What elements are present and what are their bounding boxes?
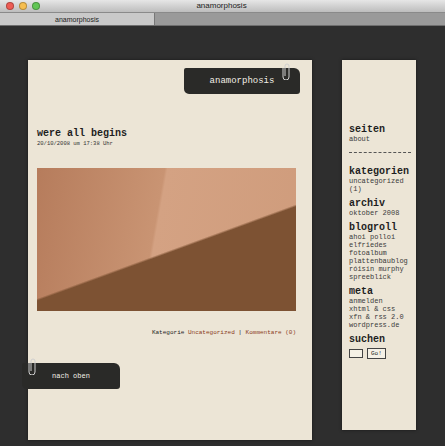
sidebar-section: seitenabout xyxy=(349,124,411,161)
comments-link[interactable]: Kommentare (0) xyxy=(246,329,296,336)
window-title: anamorphosis xyxy=(40,1,403,11)
divider xyxy=(349,152,411,153)
section-heading: suchen xyxy=(349,334,411,345)
sidebar-link[interactable]: about xyxy=(349,135,411,143)
post-photo xyxy=(37,168,296,311)
category-link[interactable]: Uncategorized xyxy=(188,329,235,336)
sidebar: seitenabout kategorienuncategorized (1) ar… xyxy=(342,60,416,430)
browser-window: anamorphosis anamorphosis anamorphosis were… xyxy=(0,0,445,446)
minimize-button[interactable] xyxy=(19,2,27,10)
paperclip-icon xyxy=(28,357,38,375)
post-date: 20/10/2008 um 17:38 Uhr xyxy=(37,140,296,148)
sidebar-section: metaanmeldenxhtml & cssxfn & rss 2.0word… xyxy=(349,286,411,329)
sidebar-link[interactable]: plattenbaublog xyxy=(349,257,411,265)
sidebar-link[interactable]: oktober 2008 xyxy=(349,209,411,217)
paperclip-icon xyxy=(282,62,292,80)
window-controls xyxy=(0,2,40,10)
section-heading: meta xyxy=(349,286,411,297)
zoom-button[interactable] xyxy=(32,2,40,10)
sidebar-link[interactable]: róisín murphy xyxy=(349,265,411,273)
sidebar-link[interactable]: xfn & rss 2.0 xyxy=(349,313,411,321)
search-section: suchen Go! xyxy=(349,334,411,359)
sidebar-link[interactable]: ahoi polloi xyxy=(349,233,411,241)
section-heading: archiv xyxy=(349,198,411,209)
section-heading: seiten xyxy=(349,124,411,135)
sidebar-link[interactable]: wordpress.de xyxy=(349,321,411,329)
post-title[interactable]: were all begins xyxy=(37,128,296,140)
back-to-top-button[interactable]: nach oben xyxy=(22,363,120,389)
blog-title[interactable]: anamorphosis xyxy=(184,68,300,94)
page: anamorphosis were all begins20/10/2008 um… xyxy=(0,26,445,446)
sidebar-link[interactable]: spreeblick xyxy=(349,273,411,281)
tab[interactable]: anamorphosis xyxy=(0,13,155,25)
tab-bar: anamorphosis xyxy=(0,13,445,26)
title-bar: anamorphosis xyxy=(0,0,445,13)
sidebar-section: blogrollahoi polloielfriedes fotoalbumpl… xyxy=(349,222,411,281)
section-heading: blogroll xyxy=(349,222,411,233)
sidebar-link[interactable]: xhtml & css xyxy=(349,305,411,313)
close-button[interactable] xyxy=(6,2,14,10)
sidebar-link[interactable]: anmelden xyxy=(349,297,411,305)
search-button[interactable]: Go! xyxy=(367,348,386,359)
post-card: anamorphosis were all begins20/10/2008 um… xyxy=(28,60,312,440)
search-input[interactable] xyxy=(349,349,363,358)
post-meta: Kategorie Uncategorized | Kommentare (0) xyxy=(37,329,296,337)
section-heading: kategorien xyxy=(349,166,411,177)
sidebar-link[interactable]: elfriedes fotoalbum xyxy=(349,241,411,257)
sidebar-section: archivoktober 2008 xyxy=(349,198,411,217)
sidebar-link[interactable]: uncategorized (1) xyxy=(349,177,411,193)
sidebar-section: kategorienuncategorized (1) xyxy=(349,166,411,193)
